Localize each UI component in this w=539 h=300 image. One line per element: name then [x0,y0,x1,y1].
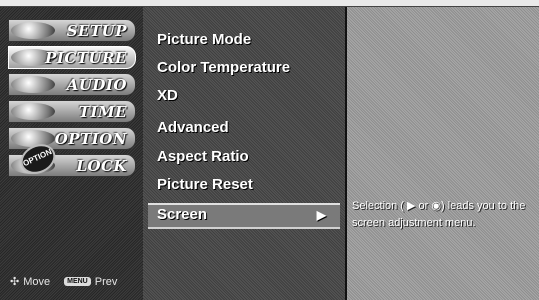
menu-item-picture-mode[interactable]: Picture Mode [148,27,340,53]
menu-item-color-temperature[interactable]: Color Temperature [148,55,340,81]
menu-item-label: Advanced [157,119,229,136]
navigation-hint: ✣ Move MENU Prev [10,275,118,289]
menu-item-label: Aspect Ratio [157,148,249,165]
sidebar-item-label: SETUP [66,22,127,40]
help-text: Selection ( ▶ or ◉) leads you to the scr… [352,200,526,229]
sidebar-item-option[interactable]: OPTION [8,127,136,150]
time-icon [11,103,55,120]
top-border [0,0,539,7]
sidebar-item-time[interactable]: TIME [8,100,136,123]
sidebar-item-audio[interactable]: AUDIO [8,73,136,96]
menu-item-screen[interactable]: Screen ▶ [148,203,340,229]
sidebar-item-label: LOCK [76,157,127,175]
menu-item-label: Screen [157,206,208,223]
tv-osd-screen: SETUP PICTURE AUDIO TIME OPTION LOCK OPT… [0,0,539,300]
menu-item-label: Picture Reset [157,176,253,193]
right-arrow-icon: ▶ [316,208,326,222]
sidebar-item-picture[interactable]: PICTURE [8,46,136,69]
sidebar-item-label: AUDIO [66,76,127,94]
category-sidebar: SETUP PICTURE AUDIO TIME OPTION LOCK OPT… [0,7,145,300]
prev-label: Prev [94,275,118,288]
menu-item-aspect-ratio[interactable]: Aspect Ratio [148,144,340,170]
picture-menu: Picture Mode Color Temperature XD Advanc… [143,7,347,300]
sidebar-item-setup[interactable]: SETUP [8,19,136,42]
menu-key-icon: MENU [64,277,91,286]
setup-icon [11,22,55,39]
move-label: Move [23,275,51,288]
move-icon: ✣ [10,276,20,288]
audio-icon [11,76,55,93]
menu-item-label: XD [157,87,178,104]
menu-item-advanced[interactable]: Advanced [148,115,340,141]
menu-item-label: Picture Mode [157,31,252,48]
sidebar-item-label: OPTION [54,130,127,148]
menu-item-label: Color Temperature [157,59,291,76]
sidebar-item-label: TIME [78,103,127,121]
menu-item-picture-reset[interactable]: Picture Reset [148,172,340,198]
menu-item-xd[interactable]: XD [148,83,340,109]
sidebar-item-label: PICTURE [45,49,127,67]
